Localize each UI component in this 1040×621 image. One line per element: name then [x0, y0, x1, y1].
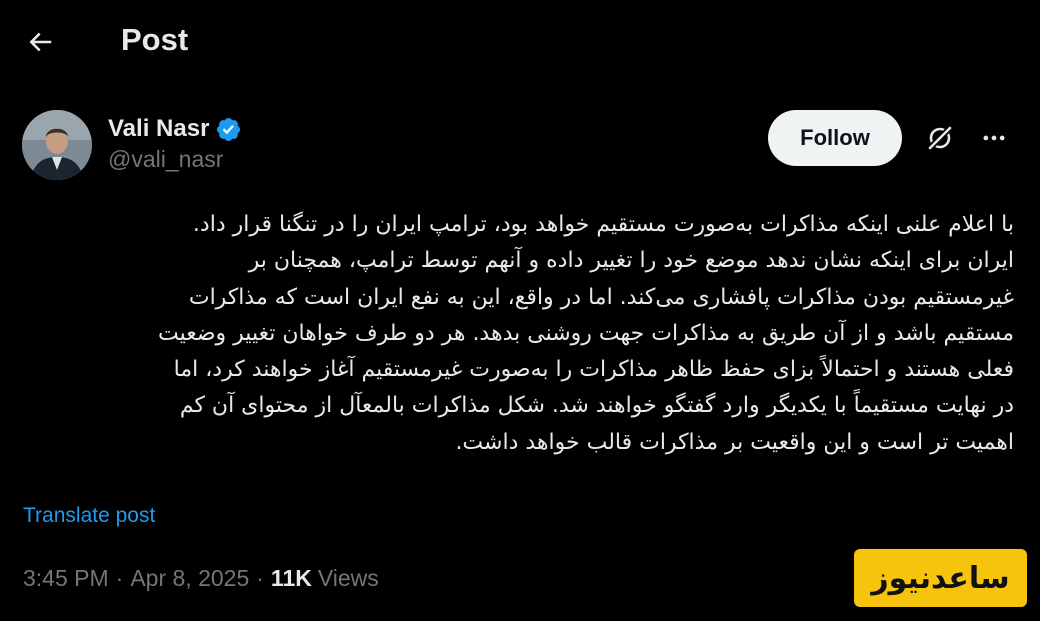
- arrow-left-icon: [29, 32, 52, 52]
- post-header: Post: [0, 0, 1040, 84]
- translate-post-link[interactable]: Translate post: [23, 504, 155, 528]
- more-horizontal-icon: [983, 135, 1005, 141]
- post-text: با اعلام علنی اینکه مذاکرات به‌صورت مستق…: [22, 207, 1014, 461]
- avatar[interactable]: [22, 110, 92, 180]
- author-handle[interactable]: @vali_nasr: [108, 146, 223, 173]
- post-metadata: 3:45 PM · Apr 8, 2025 · 11K Views: [23, 562, 379, 594]
- author-name-row: Vali Nasr: [108, 112, 242, 146]
- views-label: Views: [317, 565, 379, 591]
- verified-badge-icon: [217, 117, 241, 141]
- post-text-line: غیرمستقیم بودن مذاکرات پافشاری می‌کند. ا…: [188, 284, 1014, 310]
- back-button[interactable]: [20, 22, 60, 62]
- post-date[interactable]: Apr 8, 2025: [130, 562, 249, 594]
- post-text-line: مستقیم باشد و از آن طریق به مذاکرات جهت …: [158, 320, 1014, 346]
- author-name[interactable]: Vali Nasr: [108, 115, 209, 143]
- follow-button[interactable]: Follow: [768, 110, 902, 166]
- views-count: 11K: [270, 565, 312, 591]
- grok-button[interactable]: [920, 118, 960, 158]
- page-title: Post: [121, 22, 189, 57]
- post-text-line: فعلی هستند و احتمالاً بزای حفظ ظاهر مذاک…: [173, 357, 1014, 383]
- watermark-text: ساعدنیوز: [871, 560, 1010, 596]
- avatar-image: [22, 110, 92, 180]
- grok-icon: [925, 123, 955, 153]
- post-author: Vali Nasr @vali_nasr Follow: [22, 110, 1022, 182]
- post-text-line: ایران برای اینکه نشان ندهد موضع خود را ت…: [248, 248, 1014, 274]
- more-options-button[interactable]: [974, 118, 1014, 158]
- post-text-line: در نهایت مستقیماً با یکدیگر وارد گفتگو خ…: [179, 393, 1014, 419]
- watermark-logo: ساعدنیوز: [854, 549, 1027, 607]
- post-text-line: با اعلام علنی اینکه مذاکرات به‌صورت مستق…: [192, 212, 1014, 237]
- post-time[interactable]: 3:45 PM: [23, 562, 109, 594]
- meta-separator: ·: [256, 565, 264, 591]
- meta-separator: ·: [115, 565, 124, 591]
- post-text-line: اهمیت تر است و این واقعیت بر مذاکرات قال…: [455, 429, 1014, 455]
